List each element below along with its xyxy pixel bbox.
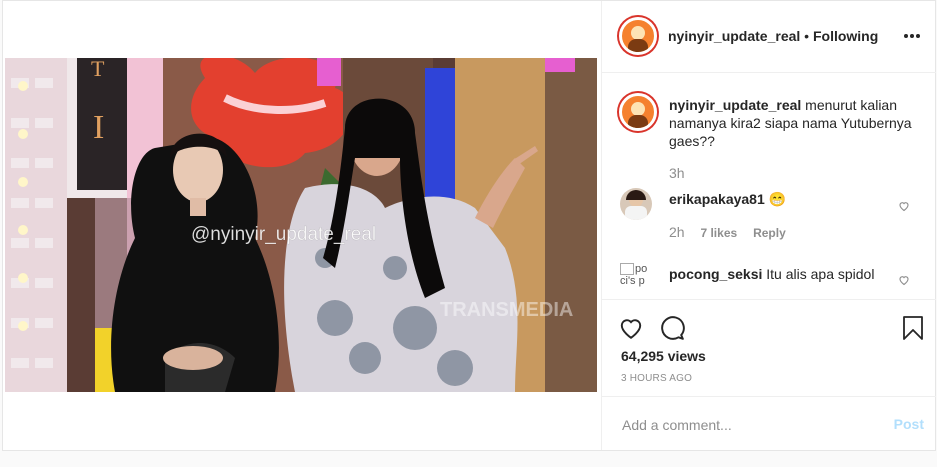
video-watermark: @nyinyir_update_real (191, 224, 376, 245)
comment-bubble-icon[interactable] (659, 315, 685, 341)
caption-text-line1: menurut kalian (805, 97, 897, 113)
video-frame: @nyinyir_update_real TRANSMEDIA T I (5, 58, 597, 392)
sign-letter-top: T (91, 58, 105, 81)
comments-list[interactable]: nyinyir_update_real menurut kalian naman… (602, 73, 936, 299)
caption-text-line3: gaes?? (669, 133, 715, 149)
comment-meta: 2h 7 likes Reply (669, 224, 786, 240)
avatar-alt-line2: ci's p (620, 275, 645, 287)
like-heart-icon[interactable] (618, 315, 644, 341)
comment-username-pocong[interactable]: pocong_seksi (669, 266, 762, 282)
comment-likes[interactable]: 7 likes (700, 226, 737, 240)
save-bookmark-icon[interactable] (902, 315, 924, 341)
comment-avatar-broken-image[interactable]: po ci's p (620, 263, 652, 295)
comment-reply-button[interactable]: Reply (753, 226, 786, 240)
add-comment-input[interactable] (620, 411, 874, 439)
post-card: @nyinyir_update_real TRANSMEDIA T I nyin… (2, 0, 936, 451)
post-header: nyinyir_update_real • Following (602, 1, 936, 73)
caption-time[interactable]: 3h (669, 165, 685, 181)
caption-avatar[interactable] (619, 93, 657, 131)
comment-like-heart-icon[interactable] (898, 274, 910, 286)
comment-pocong_seksi: pocong_seksi Itu alis apa spidol (669, 265, 874, 283)
comment-username[interactable]: erikapakaya81 (669, 191, 765, 207)
video-player[interactable]: @nyinyir_update_real TRANSMEDIA T I (5, 58, 597, 392)
caption-username[interactable]: nyinyir_update_real (669, 97, 801, 113)
view-count[interactable]: 64,295 views (621, 348, 706, 364)
header-username[interactable]: nyinyir_update_real (668, 28, 800, 44)
media-area: @nyinyir_update_real TRANSMEDIA T I (3, 1, 600, 450)
post-timestamp[interactable]: 3 HOURS AGO (621, 373, 692, 384)
more-icon[interactable] (903, 29, 921, 43)
add-comment-section: Post (602, 396, 936, 451)
follow-status[interactable]: Following (813, 28, 878, 44)
comment-avatar-erikapakaya81[interactable] (620, 188, 652, 220)
comment-like-heart-icon[interactable] (898, 200, 910, 212)
comment-time[interactable]: 2h (669, 224, 685, 240)
comment-erikapakaya81: erikapakaya81 😁 (669, 190, 786, 208)
post-sidebar: nyinyir_update_real • Following nyinyir_… (601, 1, 936, 450)
header-username-line: nyinyir_update_real • Following (668, 28, 878, 44)
comment-text-pocong: Itu alis apa spidol (766, 266, 875, 282)
caption-text-line2: namanya kira2 siapa nama Yutubernya (669, 115, 912, 131)
header-separator: • (804, 28, 810, 44)
post-actions: 64,295 views 3 HOURS AGO (602, 299, 936, 397)
profile-avatar[interactable] (619, 17, 657, 55)
post-comment-button[interactable]: Post (894, 416, 924, 432)
caption: nyinyir_update_real menurut kalian naman… (669, 96, 919, 150)
comment-emoji: 😁 (768, 191, 787, 207)
broken-image-icon (620, 263, 634, 275)
channel-logo: TRANSMEDIA (440, 299, 573, 321)
sign-letter-middle: I (93, 109, 104, 146)
